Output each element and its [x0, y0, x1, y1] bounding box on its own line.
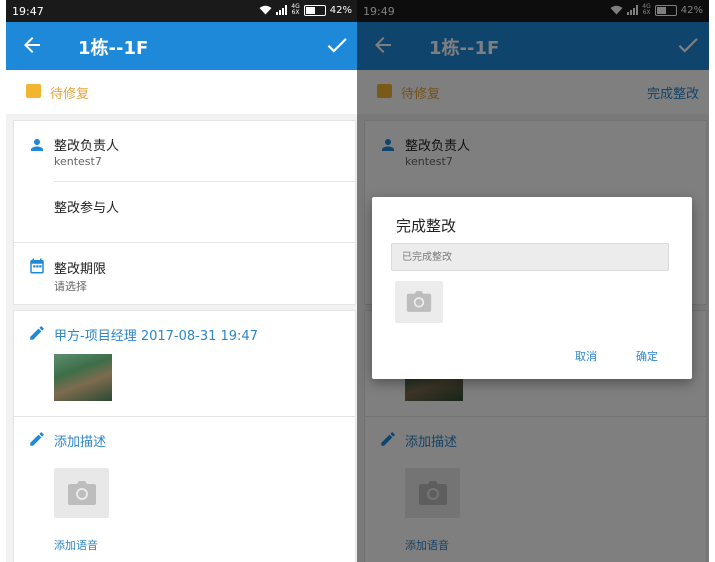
wifi-icon	[259, 5, 272, 15]
status-bar: 19:47 4G 6X 42%	[6, 0, 358, 22]
battery-icon	[303, 4, 326, 16]
status-time: 19:47	[12, 5, 44, 18]
participants-label[interactable]: 整改参与人	[54, 197, 119, 216]
divider	[14, 416, 355, 417]
network-sub: 6X	[291, 9, 300, 16]
signal-icon	[276, 5, 288, 15]
page-title: 1栋--1F	[78, 38, 149, 59]
check-icon[interactable]	[324, 32, 350, 58]
responsible-value[interactable]: kentest7	[54, 155, 102, 168]
pencil-icon	[30, 326, 44, 340]
assignment-card: 整改负责人 kentest7 整改参与人 整改期限 请选择	[13, 120, 356, 305]
confirm-button[interactable]: 确定	[636, 348, 658, 364]
status-label: 待修复	[50, 87, 90, 102]
complete-rectification-dialog: 完成整改 取消 确定	[372, 197, 692, 379]
screen-rectification-detail: 19:47 4G 6X 42% 1栋--1F 待修复 整改负责人 kentest7…	[6, 0, 358, 562]
dialog-add-photo-button[interactable]	[395, 281, 443, 323]
camera-icon	[68, 481, 96, 505]
battery-percent: 42%	[329, 4, 352, 16]
dialog-title: 完成整改	[396, 217, 457, 235]
back-arrow-icon[interactable]	[20, 33, 44, 57]
status-row: 待修复	[6, 70, 358, 114]
records-card: 甲方-项目经理 2017-08-31 19:47 添加描述 添加语音	[13, 310, 356, 562]
status-icons: 4G6X 42%	[259, 4, 352, 16]
person-icon	[31, 139, 43, 151]
add-description-button[interactable]: 添加描述	[54, 431, 106, 450]
responsible-label: 整改负责人	[54, 139, 120, 154]
cancel-button[interactable]: 取消	[575, 348, 597, 364]
site-photo-thumbnail[interactable]	[54, 354, 112, 401]
pencil-icon	[30, 432, 44, 446]
completion-note-input[interactable]	[391, 243, 669, 271]
add-photo-button[interactable]	[54, 468, 109, 518]
deadline-picker[interactable]: 请选择	[54, 278, 87, 294]
status-square-icon	[26, 84, 41, 98]
camera-icon	[406, 291, 432, 312]
deadline-label: 整改期限	[54, 262, 107, 277]
add-voice-button[interactable]: 添加语音	[54, 537, 98, 553]
calendar-icon	[30, 258, 44, 274]
divider	[54, 181, 355, 182]
log-entry-title: 甲方-项目经理 2017-08-31 19:47	[54, 329, 258, 344]
app-bar: 1栋--1F	[6, 22, 358, 70]
divider	[14, 242, 355, 243]
network-indicator: 4G6X	[291, 4, 299, 16]
content-area: 待修复 整改负责人 kentest7 整改参与人 整改期限 请选择 甲方-项目经…	[6, 70, 358, 562]
screen-complete-dialog: 19:49 4G6X 42% 1栋--1F 待修复 完成整改 整改负责人 ken…	[357, 0, 709, 562]
